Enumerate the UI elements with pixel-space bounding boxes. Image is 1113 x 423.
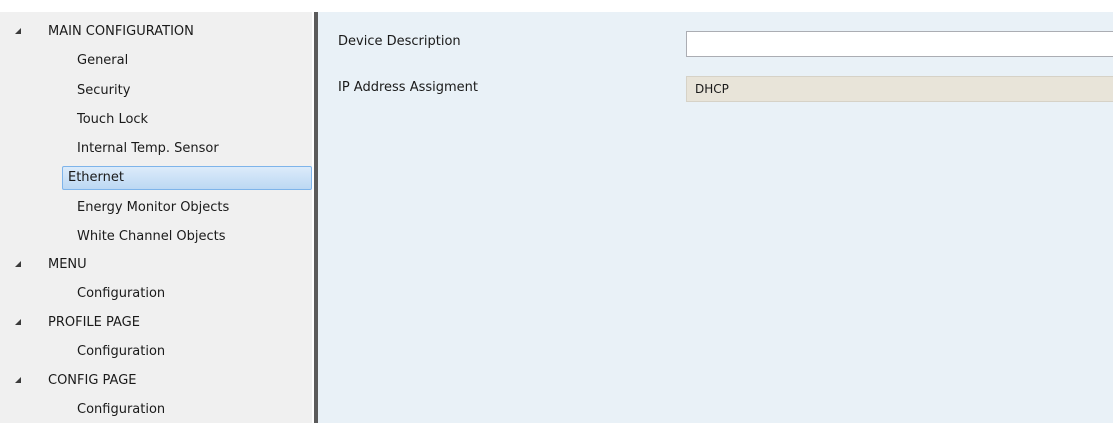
tree-item-security[interactable]: Security [0, 79, 312, 103]
tree-item-menu-configuration[interactable]: Configuration [0, 282, 312, 306]
main-frame: MAIN CONFIGURATION General Security Touc… [0, 12, 1113, 423]
tree-group-label: CONFIG PAGE [48, 373, 137, 388]
tree-item-label: Touch Lock [77, 112, 149, 127]
tree-group-label: MENU [48, 257, 87, 272]
tree-item-label: Configuration [77, 286, 166, 301]
tree-item-profile-configuration[interactable]: Configuration [0, 340, 312, 364]
tree-item-white-channel-objects[interactable]: White Channel Objects [0, 225, 312, 249]
tree-item-internal-temp-sensor[interactable]: Internal Temp. Sensor [0, 137, 312, 161]
tree-group-label: MAIN CONFIGURATION [48, 24, 194, 39]
configuration-tree: MAIN CONFIGURATION General Security Touc… [0, 12, 312, 423]
device-description-input[interactable] [686, 31, 1113, 57]
tree-item-config-configuration[interactable]: Configuration [0, 398, 312, 422]
tree-item-label: Configuration [77, 402, 166, 417]
tree-item-ethernet[interactable]: Ethernet [0, 166, 312, 190]
collapse-triangle-icon[interactable] [15, 261, 21, 267]
tree-item-label: Internal Temp. Sensor [77, 141, 219, 156]
tree-item-label: White Channel Objects [77, 229, 226, 244]
tree-item-general[interactable]: General [0, 49, 312, 73]
ip-address-assignment-field[interactable]: DHCP [686, 76, 1113, 102]
tree-group-label: PROFILE PAGE [48, 315, 140, 330]
tree-item-energy-monitor-objects[interactable]: Energy Monitor Objects [0, 196, 312, 220]
collapse-triangle-icon[interactable] [15, 319, 21, 325]
tree-item-label: Security [77, 83, 131, 98]
device-description-label: Device Description [338, 34, 461, 49]
parameter-panel: Device Description IP Address Assigment … [318, 12, 1113, 423]
collapse-triangle-icon[interactable] [15, 28, 21, 34]
tree-item-touch-lock[interactable]: Touch Lock [0, 108, 312, 132]
collapse-triangle-icon[interactable] [15, 377, 21, 383]
tree-item-label: General [77, 53, 129, 68]
tree-item-label: Ethernet [68, 170, 124, 185]
tree-item-label: Configuration [77, 344, 166, 359]
tree-item-label: Energy Monitor Objects [77, 200, 230, 215]
ip-address-assignment-label: IP Address Assigment [338, 80, 479, 95]
